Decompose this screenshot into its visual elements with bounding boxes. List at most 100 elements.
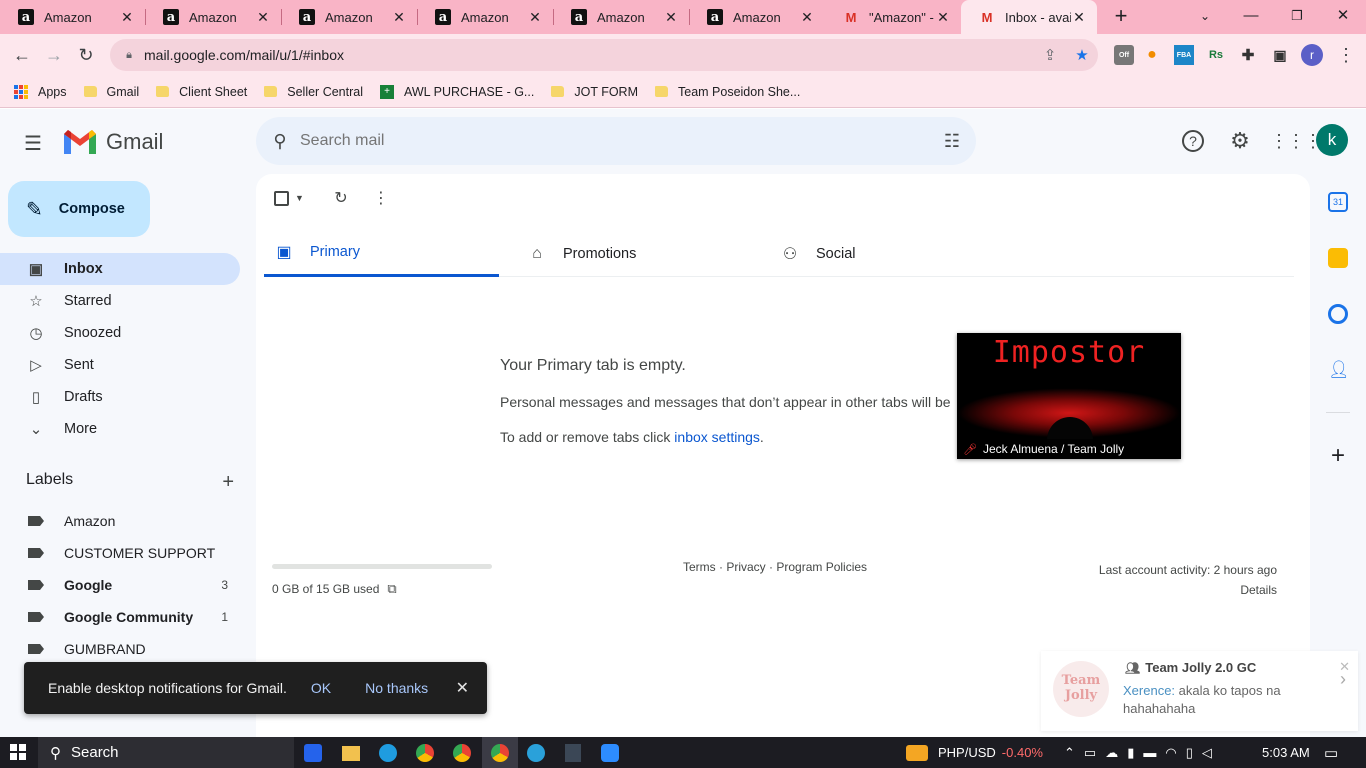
sidebar-item-drafts[interactable]: ▯ Drafts (0, 381, 240, 413)
share-icon[interactable]: ⇪ (1034, 46, 1066, 64)
new-tab-button[interactable]: + (1108, 4, 1134, 30)
chat-notification-toast[interactable]: Team Jolly 👥︎ Team Jolly 2.0 GC Xerence: … (1041, 651, 1358, 731)
clock-time[interactable]: 5:03 AM (1262, 737, 1310, 768)
address-url[interactable]: mail.google.com/mail/u/1/#inbox (144, 47, 1034, 63)
settings-gear-icon[interactable]: ⚙ (1226, 127, 1254, 155)
wifi-icon[interactable]: ◠ (1165, 745, 1185, 761)
chrome-active-icon[interactable] (482, 737, 518, 768)
close-icon[interactable]: ✕ (799, 9, 815, 26)
tab-promotions[interactable]: ⌂ Promotions (517, 230, 752, 277)
system-tray-icons[interactable]: ⌃ ▭ ☁ ▮ ▬ ◠ ▯ ◁ (1064, 737, 1221, 768)
notification-center-icon[interactable]: ▭ (1324, 737, 1338, 768)
activity-details-link[interactable]: Details (1099, 580, 1277, 600)
browser-tab[interactable]: a Amazon ✕ (417, 0, 553, 34)
bookmark-jot-form[interactable]: JOT FORM (551, 85, 638, 99)
calculator-icon[interactable] (565, 744, 581, 762)
select-all-checkbox[interactable] (274, 190, 289, 206)
forward-button[interactable]: → (42, 43, 66, 67)
search-bar[interactable]: ⚲ ☷ (256, 117, 976, 165)
extension-off-icon[interactable]: Off (1114, 45, 1134, 65)
bookmark-awl-purchase[interactable]: + AWL PURCHASE - G... (380, 84, 534, 99)
no-thanks-button[interactable]: No thanks (365, 680, 428, 696)
chrome-icon[interactable] (453, 744, 471, 762)
back-button[interactable]: ← (10, 43, 34, 67)
file-explorer-icon[interactable] (342, 746, 360, 761)
close-icon[interactable]: ✕ (119, 9, 135, 26)
more-options-icon[interactable]: ⋮ (366, 188, 396, 208)
restore-button[interactable]: ❐ (1274, 0, 1320, 34)
taskbar-search[interactable]: ⚲ Search (38, 737, 294, 768)
ok-button[interactable]: OK (311, 680, 331, 696)
close-icon[interactable]: ✕ (663, 9, 679, 26)
profile-avatar[interactable]: r (1301, 44, 1323, 66)
close-icon[interactable]: ✕ (935, 9, 951, 26)
browser-menu-icon[interactable]: ⋮ (1334, 43, 1358, 67)
video-call-overlay[interactable]: Impostor 🎤︎ Jeck Almuena / Team Jolly (957, 333, 1181, 459)
chevron-up-icon[interactable]: ⌃ (1064, 745, 1084, 761)
tab-social[interactable]: ⚇ Social (770, 230, 1005, 277)
browser-tab[interactable]: M "Amazon" - m ✕ (825, 0, 961, 34)
edge-icon[interactable] (379, 744, 397, 762)
add-addon-icon[interactable]: + (1328, 444, 1348, 468)
calendar-icon[interactable]: 31 (1328, 192, 1348, 212)
minimize-button[interactable]: — (1228, 0, 1274, 34)
external-link-icon[interactable]: ⧉ (387, 581, 396, 597)
close-icon[interactable]: ✕ (391, 9, 407, 26)
microphone-icon[interactable]: ▯ (1186, 745, 1202, 761)
browser-tab[interactable]: a Amazon ✕ (689, 0, 825, 34)
sidebar-item-starred[interactable]: ☆ Starred (0, 285, 240, 317)
bookmark-team-poseidon[interactable]: Team Poseidon She... (655, 85, 800, 99)
onedrive-cloud-icon[interactable]: ☁ (1105, 745, 1127, 761)
refresh-icon[interactable]: ↻ (326, 188, 356, 208)
store-icon[interactable] (304, 744, 322, 762)
currency-widget[interactable]: PHP/USD -0.40% (906, 737, 1043, 768)
bookmark-client-sheet[interactable]: Client Sheet (156, 85, 247, 99)
program-policies-link[interactable]: Program Policies (776, 560, 867, 574)
search-icon[interactable]: ⚲ (268, 131, 292, 152)
window-close-button[interactable]: ✕ (1320, 0, 1366, 34)
close-icon[interactable]: ✕ (1071, 9, 1087, 26)
contacts-icon[interactable]: 👤︎ (1328, 360, 1350, 380)
terms-link[interactable]: Terms (683, 560, 716, 574)
chrome-icon[interactable] (416, 744, 434, 762)
telegram-icon[interactable] (527, 744, 545, 762)
sidebar-item-sent[interactable]: ▷ Sent (0, 349, 240, 381)
chevron-right-icon[interactable]: › (1340, 669, 1346, 690)
address-bar[interactable]: 🔒︎ mail.google.com/mail/u/1/#inbox ⇪ ★ (110, 39, 1098, 71)
label-item-google[interactable]: Google 3 (0, 569, 240, 601)
inbox-settings-link[interactable]: inbox settings (674, 429, 760, 445)
search-input[interactable] (300, 132, 928, 150)
browser-tab[interactable]: a Amazon ✕ (145, 0, 281, 34)
close-icon[interactable]: ✕ (255, 9, 271, 26)
extensions-puzzle-icon[interactable]: ✚ (1238, 45, 1258, 65)
privacy-link[interactable]: Privacy (726, 560, 765, 574)
compose-button[interactable]: ✎ Compose (8, 181, 150, 237)
label-item-amazon[interactable]: Amazon (0, 505, 240, 537)
zoom-icon[interactable] (601, 744, 619, 762)
search-options-icon[interactable]: ☷ (928, 131, 976, 152)
close-icon[interactable]: ✕ (527, 9, 543, 26)
browser-tab[interactable]: a Amazon ✕ (553, 0, 689, 34)
speaker-icon[interactable]: ◁ (1202, 745, 1221, 761)
tab-primary[interactable]: ▣ Primary (264, 230, 499, 277)
account-avatar[interactable]: k (1316, 124, 1348, 156)
extension-rs-icon[interactable]: Rs (1206, 45, 1226, 65)
tab-search-chevron-icon[interactable]: ⌄ (1182, 0, 1228, 34)
bookmark-apps[interactable]: Apps (14, 84, 67, 99)
sidebar-item-snoozed[interactable]: ◷ Snoozed (0, 317, 240, 349)
bookmark-gmail[interactable]: Gmail (83, 85, 139, 99)
extension-fba-icon[interactable]: FBA (1174, 45, 1194, 65)
sidebar-item-inbox[interactable]: ▣ Inbox (0, 253, 240, 285)
help-icon[interactable]: ? (1182, 130, 1204, 152)
google-apps-icon[interactable]: ⋮⋮⋮ (1270, 127, 1322, 155)
create-label-icon[interactable]: + (222, 471, 234, 494)
reload-button[interactable]: ↻ (74, 43, 98, 67)
display-icon[interactable]: ▬ (1143, 745, 1165, 760)
gmail-logo[interactable]: Gmail (64, 129, 163, 155)
browser-tab[interactable]: a Amazon ✕ (281, 0, 417, 34)
label-item-customer-support[interactable]: CUSTOMER SUPPORT (0, 537, 240, 569)
tasks-icon[interactable] (1328, 304, 1348, 324)
extension-fox-icon[interactable]: ● (1142, 45, 1162, 65)
select-dropdown-icon[interactable]: ▼ (295, 193, 304, 203)
label-item-gumbrand[interactable]: GUMBRAND (0, 633, 240, 665)
